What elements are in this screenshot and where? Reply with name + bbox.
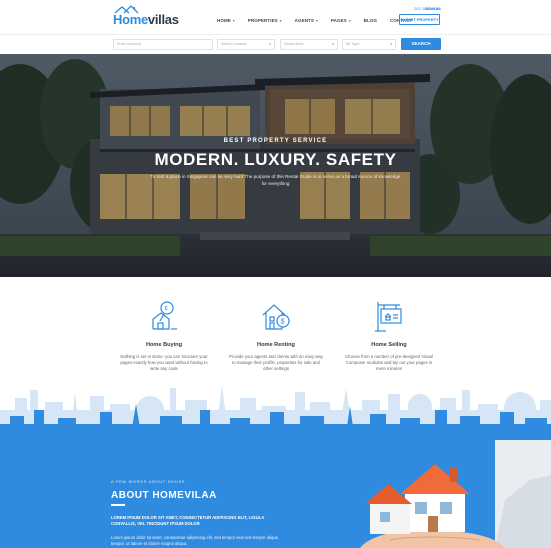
service-description: Choose from a number of pre-designed Vis… — [345, 354, 433, 371]
site-header: Homevillas 202-555-0183 SIGN IN HOME ▾ PR… — [0, 0, 551, 34]
nav-item-home[interactable]: HOME ▾ — [217, 18, 235, 23]
service-title: Home Buying — [145, 342, 183, 348]
main-nav: HOME ▾ PROPERTIES ▾ AGENTS ▾ PAGES ▾ BLOG CO… — [217, 18, 425, 23]
service-home-renting[interactable]: $ Home Renting Provide your agents and c… — [221, 299, 331, 372]
about-title: ABOUT HOMEVILAA — [111, 490, 217, 501]
svg-text:$: $ — [165, 306, 168, 312]
service-home-selling[interactable]: Home Selling Choose from a number of pre… — [334, 299, 444, 372]
about-divider — [111, 504, 125, 506]
hero-title: MODERN. LUXURY. SAFETY — [154, 150, 397, 169]
logo-text-home: Home — [113, 12, 148, 27]
keyword-input-placeholder: Enter keyword — [117, 42, 142, 46]
about-body-text: Lorem ipsum dolor sit amet, consectetur … — [111, 535, 278, 546]
location-select[interactable]: Select Location ▾ — [217, 39, 275, 50]
area-select[interactable]: Select Area ▾ — [280, 39, 338, 50]
hero-description: To rent a place in Singapore can be very… — [150, 174, 401, 186]
submit-property-button[interactable]: SUBMIT PROPERTY — [399, 14, 440, 25]
hero-subtitle: BEST PROPERTY SERVICE — [223, 138, 328, 144]
service-title: Home Renting — [257, 342, 295, 348]
hand-holding-house-illustration — [360, 440, 551, 548]
nav-item-agents[interactable]: AGENTS ▾ — [295, 18, 318, 23]
about-lead-text: LOREM IPSUM DOLOR SIT AMET, CONSECTETUR … — [111, 515, 265, 526]
chevron-down-icon: ▾ — [390, 42, 392, 46]
nav-item-agents-label: AGENTS — [294, 18, 314, 23]
nav-item-pages-label: PAGES — [330, 18, 347, 23]
city-skyline-illustration — [0, 385, 551, 440]
svg-text:$: $ — [281, 319, 285, 326]
chevron-down-icon: ▾ — [332, 42, 334, 46]
nav-item-properties-label: PROPERTIES — [247, 18, 278, 23]
search-button[interactable]: SEARCH — [401, 38, 441, 50]
about-section: A FEW WORDS ABOUT HOUSE ABOUT HOMEVILAA … — [0, 440, 551, 548]
type-select-value: All Type — [346, 42, 360, 46]
service-description: Nothing is set in stone: you can structu… — [120, 354, 208, 371]
about-kicker: A FEW WORDS ABOUT HOUSE — [111, 480, 186, 484]
home-selling-icon — [375, 302, 402, 332]
nav-item-properties[interactable]: PROPERTIES ▾ — [248, 18, 282, 23]
keyword-input[interactable]: Enter keyword — [113, 39, 213, 50]
search-bar: Enter keyword Select Location ▾ Select Ar… — [0, 34, 551, 54]
type-select[interactable]: All Type ▾ — [342, 39, 396, 50]
service-title: Home Selling — [371, 342, 407, 348]
area-select-value: Select Area — [284, 42, 304, 46]
nav-item-blog[interactable]: BLOG — [364, 18, 377, 23]
nav-item-home-label: HOME — [217, 18, 231, 23]
logo-text-villas: villas — [147, 12, 179, 27]
chevron-down-icon: ▾ — [279, 19, 282, 23]
location-select-value: Select Location — [221, 42, 247, 46]
hero-banner: BEST PROPERTY SERVICE MODERN. LUXURY. SA… — [0, 54, 551, 277]
chevron-down-icon: ▾ — [232, 19, 235, 23]
logo-text: Homevillas — [113, 12, 179, 27]
nav-item-blog-label: BLOG — [363, 18, 378, 23]
service-description: Provide your agents and clients with an … — [229, 354, 323, 371]
home-buying-icon: $ — [152, 301, 177, 330]
services-section: $ Home Buying Nothing is set in stone: y… — [0, 277, 551, 387]
chevron-down-icon: ▾ — [316, 19, 318, 23]
nav-item-pages[interactable]: PAGES ▾ — [331, 18, 351, 23]
service-home-buying[interactable]: $ Home Buying Nothing is set in stone: y… — [109, 299, 219, 372]
chevron-down-icon: ▾ — [348, 19, 351, 23]
chevron-down-icon: ▾ — [269, 42, 271, 46]
home-renting-icon: $ — [262, 304, 290, 330]
sign-in-link[interactable]: SIGN IN — [425, 6, 440, 11]
